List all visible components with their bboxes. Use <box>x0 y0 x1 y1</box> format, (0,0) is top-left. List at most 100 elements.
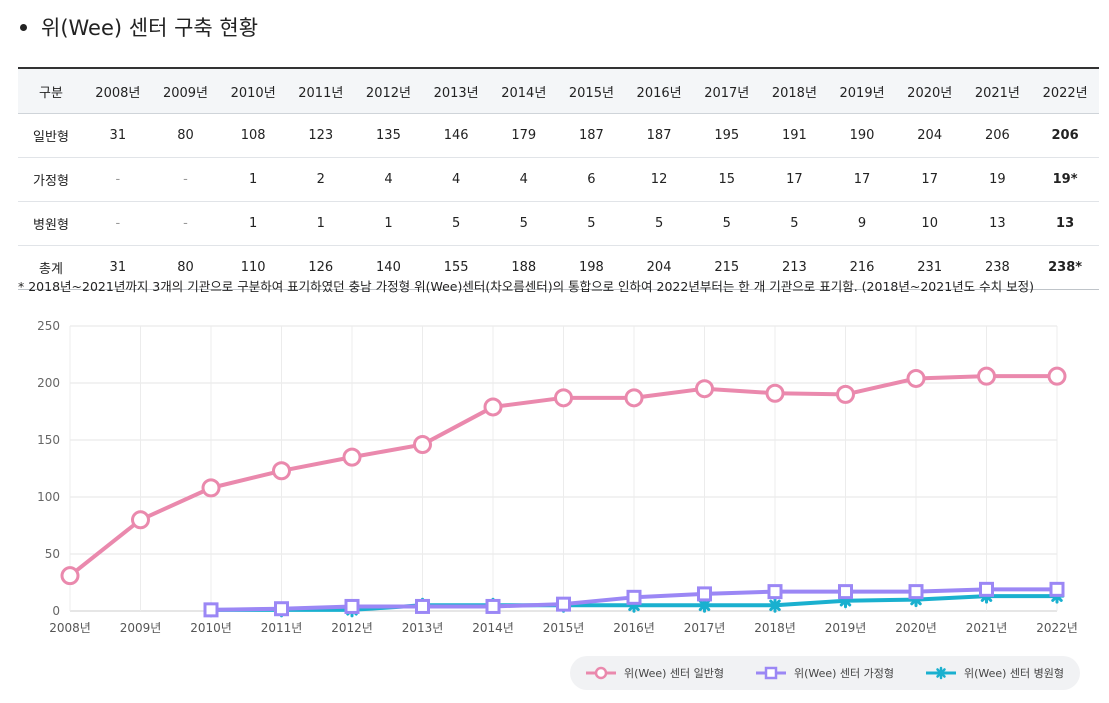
table-row: 가정형 - -1 2 4 4 4 6 12 15 17 17 17 19 19* <box>18 157 1099 202</box>
header-year: 2021년 <box>963 67 1032 114</box>
header-year: 2011년 <box>286 67 355 114</box>
x-tick-label: 2011년 <box>261 621 303 635</box>
x-tick-label: 2013년 <box>402 621 444 635</box>
table-cell: 135 <box>354 113 423 158</box>
x-tick-label: 2012년 <box>331 621 373 635</box>
table-cell: 17 <box>760 157 829 202</box>
table-cell: - <box>84 157 152 202</box>
table-cell: 5 <box>557 201 626 246</box>
table-cell: 123 <box>286 113 355 158</box>
table-cell: 1 <box>219 157 287 202</box>
table-cell: 206 <box>963 113 1032 158</box>
data-point-circle <box>1047 366 1067 386</box>
header-year: 2015년 <box>557 67 626 114</box>
y-tick-label: 50 <box>45 547 60 561</box>
header-year: 2012년 <box>354 67 423 114</box>
table-cell: 5 <box>692 201 761 246</box>
table-cell: 17 <box>895 157 964 202</box>
data-point-square <box>626 589 642 605</box>
data-point-square <box>415 598 430 614</box>
row-label: 일반형 <box>18 113 84 158</box>
table-cell: - <box>151 157 220 202</box>
x-tick-label: 2017년 <box>684 621 726 635</box>
table-cell: 31 <box>84 113 152 158</box>
table-cell: 179 <box>489 113 558 158</box>
x-tick-label: 2019년 <box>825 621 867 635</box>
table-cell: 238* <box>1031 245 1099 290</box>
page-title: 위(Wee) 센터 구축 현황 <box>20 12 258 42</box>
x-tick-label: 2020년 <box>895 621 937 635</box>
data-point-square <box>485 598 501 614</box>
legend-marker-icon <box>755 666 786 680</box>
data-point-circle <box>695 379 714 399</box>
legend-item: 위(Wee) 센터 병원형 <box>925 665 1065 681</box>
table-cell: 191 <box>760 113 829 158</box>
header-year: 2016년 <box>625 67 693 114</box>
page-title-text: 위(Wee) 센터 구축 현황 <box>41 16 259 40</box>
row-label: 가정형 <box>18 157 84 202</box>
data-point-circle <box>836 384 855 404</box>
table-cell: 190 <box>828 113 896 158</box>
table-cell: 108 <box>219 113 287 158</box>
legend-label: 위(Wee) 센터 병원형 <box>963 667 1065 680</box>
x-tick-label: 2010년 <box>190 621 232 635</box>
y-tick-label: 150 <box>37 433 60 447</box>
y-tick-label: 100 <box>37 490 60 504</box>
table-row: 일반형 31 80 108 123 135 146 179 187 187 195 191 190 204… <box>18 113 1099 158</box>
data-point-circle <box>131 510 150 530</box>
x-tick-label: 2008년 <box>49 621 91 635</box>
x-tick-label: 2021년 <box>966 621 1008 635</box>
header-category: 구분 <box>18 67 84 114</box>
table-cell: 17 <box>828 157 896 202</box>
table-cell: 187 <box>557 113 626 158</box>
table-cell: 206 <box>1031 113 1099 158</box>
data-point-square <box>838 584 853 600</box>
data-point-square <box>908 584 924 600</box>
legend-marker-icon <box>925 666 956 680</box>
data-point-circle <box>60 566 80 586</box>
table-row: 병원형 - -1 1 1 5 5 5 5 5 5 9 10 13 13 <box>18 201 1099 246</box>
header-year: 2022년 <box>1031 67 1099 114</box>
x-tick-label: 2014년 <box>472 621 514 635</box>
y-tick-label: 250 <box>37 319 60 333</box>
line-chart: 0 50 100 150 200 250 2008년 2009년 2010년 2011년 2012년… <box>37 319 1078 635</box>
table-cell: 204 <box>895 113 964 158</box>
data-point-star <box>767 597 783 613</box>
header-year: 2018년 <box>760 67 829 114</box>
data-point-circle <box>624 388 644 408</box>
row-label: 병원형 <box>18 201 84 246</box>
table-cell: 195 <box>692 113 761 158</box>
chart-legend: 위(Wee) 센터 일반형 위(Wee) 센터 가정형 위(Wee) 센터 병원형 <box>570 656 1080 690</box>
header-year: 2019년 <box>828 67 896 114</box>
x-tick-label: 2018년 <box>754 621 796 635</box>
footnote: * 2018년~2021년까지 3개의 기관으로 구분하여 표기하였던 충남 가… <box>18 279 1034 294</box>
data-point-circle <box>413 435 432 455</box>
data-point-square <box>203 602 219 618</box>
x-tick-label: 2009년 <box>120 621 162 635</box>
table-cell: 5 <box>489 201 558 246</box>
data-point-square <box>767 584 783 600</box>
table-cell: 4 <box>489 157 558 202</box>
data-point-circle <box>906 368 926 388</box>
table-cell: - <box>84 201 152 246</box>
data-point-circle <box>977 366 996 386</box>
table-cell: 5 <box>625 201 693 246</box>
table-header-row: 구분 2008년 2009년 2010년 2011년 2012년 2013년 2014년 201… <box>18 67 1099 114</box>
x-tick-label: 2016년 <box>613 621 655 635</box>
table-cell: 1 <box>286 201 355 246</box>
header-year: 2013년 <box>422 67 490 114</box>
table-cell: 13 <box>963 201 1032 246</box>
data-point-square <box>697 586 712 602</box>
legend-item: 위(Wee) 센터 일반형 <box>585 665 725 681</box>
table-cell: 6 <box>557 157 626 202</box>
data-point-square <box>979 581 994 597</box>
data-point-circle <box>765 383 785 403</box>
data-point-circle <box>342 447 362 467</box>
legend-label: 위(Wee) 센터 일반형 <box>623 667 725 680</box>
table-cell: 12 <box>625 157 693 202</box>
data-point-circle <box>201 478 221 498</box>
data-point-square <box>344 598 360 614</box>
table-cell: 13 <box>1031 201 1099 246</box>
y-tick-label: 0 <box>52 604 60 618</box>
table-cell: 1 <box>354 201 423 246</box>
